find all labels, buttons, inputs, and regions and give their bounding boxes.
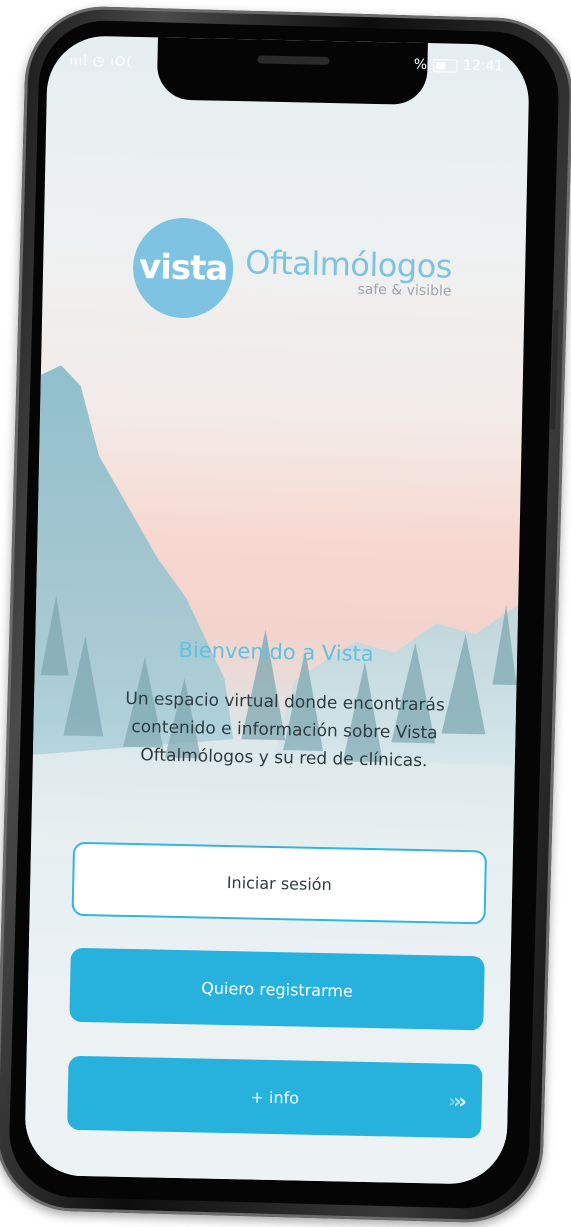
logo-tagline: safe & visible	[357, 281, 452, 300]
more-info-button[interactable]: + info › › ›	[67, 1055, 483, 1139]
battery-icon	[432, 58, 458, 73]
status-time: 12:41	[462, 57, 504, 75]
login-button-label: Iniciar sesión	[226, 872, 332, 894]
logo-circle: vista	[132, 216, 235, 319]
status-icons-left: ıııl ◷ ıO(	[69, 53, 133, 70]
stage: ıııl ◷ ıO( % 12:41 vista Oftalmólogos sa…	[0, 0, 571, 1227]
notch	[156, 37, 428, 106]
phone-screen: ıııl ◷ ıO( % 12:41 vista Oftalmólogos sa…	[24, 35, 530, 1185]
chevron-right-icon: › › ›	[447, 1088, 465, 1114]
logo-wordmark: Oftalmólogos safe & visible	[244, 243, 453, 300]
status-icons-right: % 12:41	[414, 57, 504, 75]
speaker-grille	[257, 55, 330, 65]
login-button[interactable]: Iniciar sesión	[71, 841, 488, 925]
vista-logo: vista Oftalmólogos safe & visible	[132, 216, 453, 324]
logo-name: Oftalmólogos	[244, 243, 453, 286]
more-info-button-label: + info	[250, 1087, 300, 1108]
register-button-label: Quiero registrarme	[201, 977, 353, 1001]
register-button[interactable]: Quiero registrarme	[69, 947, 485, 1031]
welcome-description: Un espacio virtual donde encontrarás con…	[125, 688, 445, 772]
signal-percent: %	[413, 56, 428, 74]
